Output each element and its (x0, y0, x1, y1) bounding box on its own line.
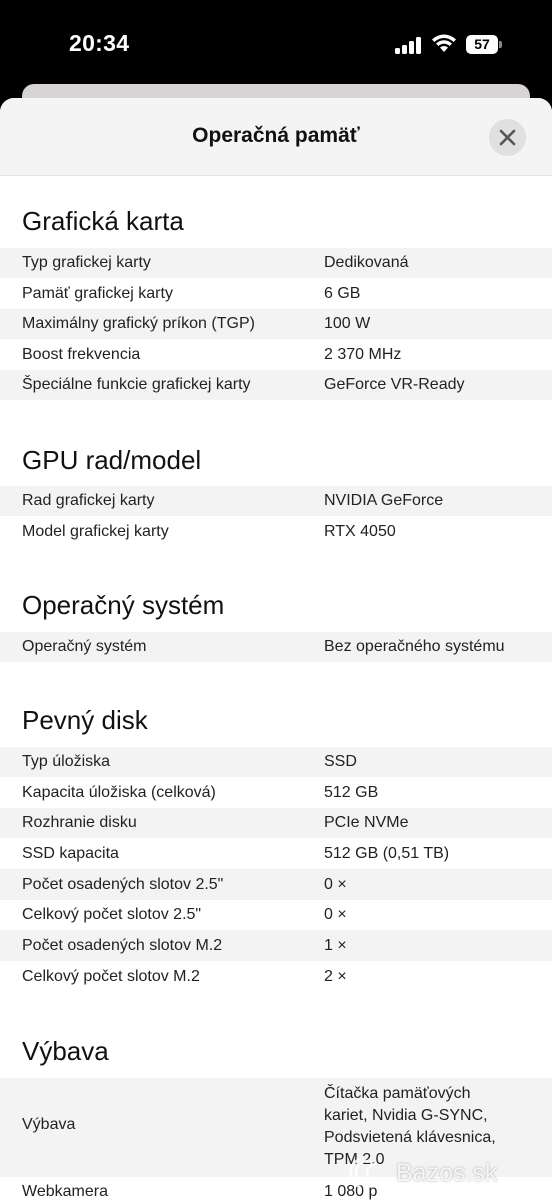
watermark-text: Bazos.sk (396, 1158, 498, 1187)
spec-row: Operačný systém Bez operačného systému (0, 632, 552, 662)
spec-value: SSD (324, 753, 357, 770)
spec-value: 0 × (324, 876, 347, 893)
spec-row: Typ grafickej karty Dedikovaná (0, 248, 552, 278)
status-time: 20:34 (69, 30, 130, 56)
spec-label: Špeciálne funkcie grafickej karty (22, 376, 251, 393)
spec-row: Počet osadených slotov 2.5" 0 × (0, 869, 552, 900)
specs-sheet: Operačná pamäť Grafická karta Typ grafic… (0, 98, 552, 1200)
spec-label: Boost frekvencia (22, 346, 141, 363)
section-title-hard-disk: Pevný disk (22, 705, 148, 735)
spec-value-line: kariet, Nvidia G-SYNC, (324, 1107, 488, 1124)
spec-row: Špeciálne funkcie grafickej karty GeForc… (0, 370, 552, 400)
spec-label: Maximálny grafický príkon (TGP) (22, 315, 255, 332)
spec-row: Počet osadených slotov M.2 1 × (0, 930, 552, 961)
spec-value: 2 370 MHz (324, 346, 402, 363)
spec-row: Celkový počet slotov 2.5" 0 × (0, 900, 552, 930)
spec-value: 512 GB (324, 784, 379, 801)
spec-row: Rozhranie disku PCIe NVMe (0, 808, 552, 838)
spec-value: 100 W (324, 315, 371, 332)
sheet-title: Operačná pamäť (192, 124, 360, 147)
spec-value-line: Čítačka pamäťových (324, 1085, 471, 1102)
spec-label: Celkový počet slotov 2.5" (22, 906, 202, 923)
spec-value: 0 × (324, 906, 347, 923)
spec-label: Webkamera (22, 1183, 108, 1200)
spec-label: Model grafickej karty (22, 523, 169, 540)
section-title-equipment: Výbava (22, 1036, 109, 1066)
spec-label: Počet osadených slotov 2.5" (22, 876, 224, 893)
status-bar: 20:34 57 (0, 0, 552, 92)
spec-value: GeForce VR-Ready (324, 376, 465, 393)
section-title-gpu-model: GPU rad/model (22, 445, 202, 475)
spec-row: Boost frekvencia 2 370 MHz (0, 339, 552, 370)
spec-label: Typ grafickej karty (22, 254, 151, 271)
cellular-signal-icon (395, 37, 423, 54)
spec-label: Výbava (22, 1116, 76, 1133)
section-title-graphics-card: Grafická karta (22, 206, 184, 236)
spec-label: Rad grafickej karty (22, 492, 155, 509)
spec-label: Pamäť grafickej karty (22, 285, 173, 302)
spec-label: Kapacita úložiska (celková) (22, 784, 216, 801)
spec-value: 6 GB (324, 285, 361, 302)
watermark: Bazos.sk (346, 1150, 497, 1196)
battery-level: 57 (474, 36, 490, 52)
spec-value: 1 × (324, 937, 347, 954)
spec-label: SSD kapacita (22, 845, 119, 862)
bazos-logo-icon (349, 1157, 377, 1189)
wifi-icon (432, 34, 456, 52)
spec-label: Počet osadených slotov M.2 (22, 937, 223, 954)
battery-icon: 57 (466, 35, 502, 54)
spec-row: Typ úložiska SSD (0, 747, 552, 777)
spec-label: Rozhranie disku (22, 814, 137, 831)
spec-row: Celkový počet slotov M.2 2 × (0, 961, 552, 992)
spec-label: Celkový počet slotov M.2 (22, 968, 200, 985)
close-icon (499, 129, 516, 146)
spec-value: RTX 4050 (324, 523, 396, 540)
close-button[interactable] (489, 119, 526, 156)
spec-value: Dedikovaná (324, 254, 409, 271)
section-title-operating-system: Operačný systém (22, 590, 225, 620)
spec-row: Model grafickej karty RTX 4050 (0, 516, 552, 547)
spec-value: 512 GB (0,51 TB) (324, 845, 450, 862)
spec-value: 2 × (324, 968, 347, 985)
spec-value: NVIDIA GeForce (324, 492, 444, 509)
spec-value: Bez operačného systému (324, 638, 505, 655)
sheet-header: Operačná pamäť (0, 98, 552, 176)
spec-label: Typ úložiska (22, 753, 111, 770)
spec-label: Operačný systém (22, 638, 147, 655)
spec-row: Pamäť grafickej karty 6 GB (0, 278, 552, 309)
spec-value: PCIe NVMe (324, 814, 409, 831)
spec-row: Kapacita úložiska (celková) 512 GB (0, 777, 552, 808)
spec-row: SSD kapacita 512 GB (0,51 TB) (0, 838, 552, 869)
spec-value-line: Podsvietená klávesnica, (324, 1129, 496, 1146)
spec-row: Rad grafickej karty NVIDIA GeForce (0, 486, 552, 516)
spec-row: Maximálny grafický príkon (TGP) 100 W (0, 309, 552, 339)
